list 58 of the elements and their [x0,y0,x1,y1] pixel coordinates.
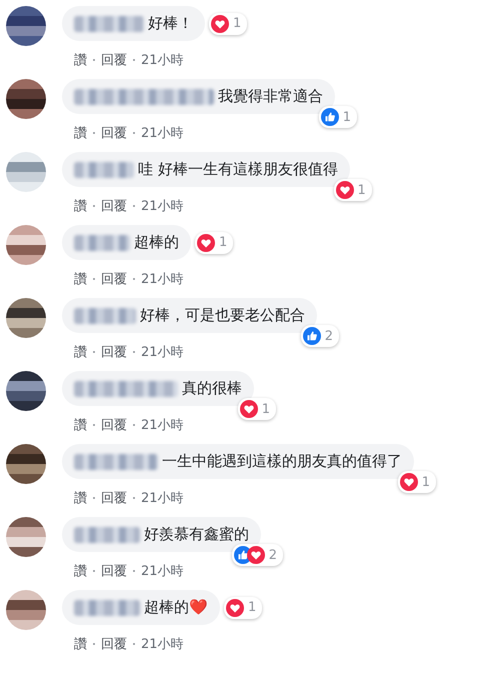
comment-text: 好棒，可是也要老公配合 [140,306,305,325]
heart-reaction-icon [336,181,354,199]
like-link[interactable]: 讚 [74,197,87,215]
heart-reaction-icon [240,400,258,418]
heart-reaction-icon [246,546,265,564]
heart-reaction-icon [197,234,215,252]
comment-text: 超棒的❤ [144,598,208,617]
like-link[interactable]: 讚 [74,635,87,653]
redacted-name [74,162,134,178]
avatar[interactable] [6,371,46,411]
reply-link[interactable]: 回覆 [101,343,127,361]
avatar[interactable] [6,79,46,119]
reply-link[interactable]: 回覆 [101,51,127,69]
timestamp: 21小時 [141,344,184,361]
like-link[interactable]: 讚 [74,416,87,434]
like-link[interactable]: 讚 [74,124,87,142]
like-link[interactable]: 讚 [74,562,87,580]
thumbs-up-icon [302,327,321,345]
like-link[interactable]: 讚 [74,51,87,69]
timestamp: 21小時 [141,490,184,507]
like-link[interactable]: 讚 [74,270,87,288]
redacted-name [74,234,130,250]
avatar[interactable] [6,298,46,338]
heart-reaction-icon [226,598,244,616]
redacted-name [74,308,136,324]
comment-text: 一生中能遇到這樣的朋友真的值得了 [162,452,402,471]
redacted-name [74,16,144,32]
heart-reaction-icon [211,14,229,32]
redacted-name [74,526,140,542]
comment-text: 超棒的 [134,233,179,252]
reply-link[interactable]: 回覆 [101,197,127,215]
avatar[interactable] [6,517,46,557]
timestamp: 21小時 [141,52,184,69]
timestamp: 21小時 [141,417,184,434]
avatar[interactable] [6,590,46,630]
comment-text: 真的很棒 [182,379,242,398]
reply-link[interactable]: 回覆 [101,416,127,434]
redacted-name [74,600,140,616]
thumbs-up-icon [320,108,339,126]
reply-link[interactable]: 回覆 [101,635,127,653]
comment-text: 好棒！ [148,14,193,33]
timestamp: 21小時 [141,636,184,653]
timestamp: 21小時 [141,271,184,288]
reply-link[interactable]: 回覆 [101,489,127,507]
reply-link[interactable]: 回覆 [101,270,127,288]
timestamp: 21小時 [141,563,184,580]
avatar[interactable] [6,444,46,484]
timestamp: 21小時 [141,125,184,142]
avatar[interactable] [6,6,46,46]
reply-link[interactable]: 回覆 [101,562,127,580]
timestamp: 21小時 [141,198,184,215]
comment-text: 好羨慕有鑫蜜的 [144,525,249,544]
comment-text: 我覺得非常適合 [218,87,323,106]
like-link[interactable]: 讚 [74,489,87,507]
like-link[interactable]: 讚 [74,343,87,361]
heart-reaction-icon [400,473,418,491]
reply-link[interactable]: 回覆 [101,124,127,142]
comment-text: 哇 好棒一生有這樣朋友很值得 [138,160,338,179]
